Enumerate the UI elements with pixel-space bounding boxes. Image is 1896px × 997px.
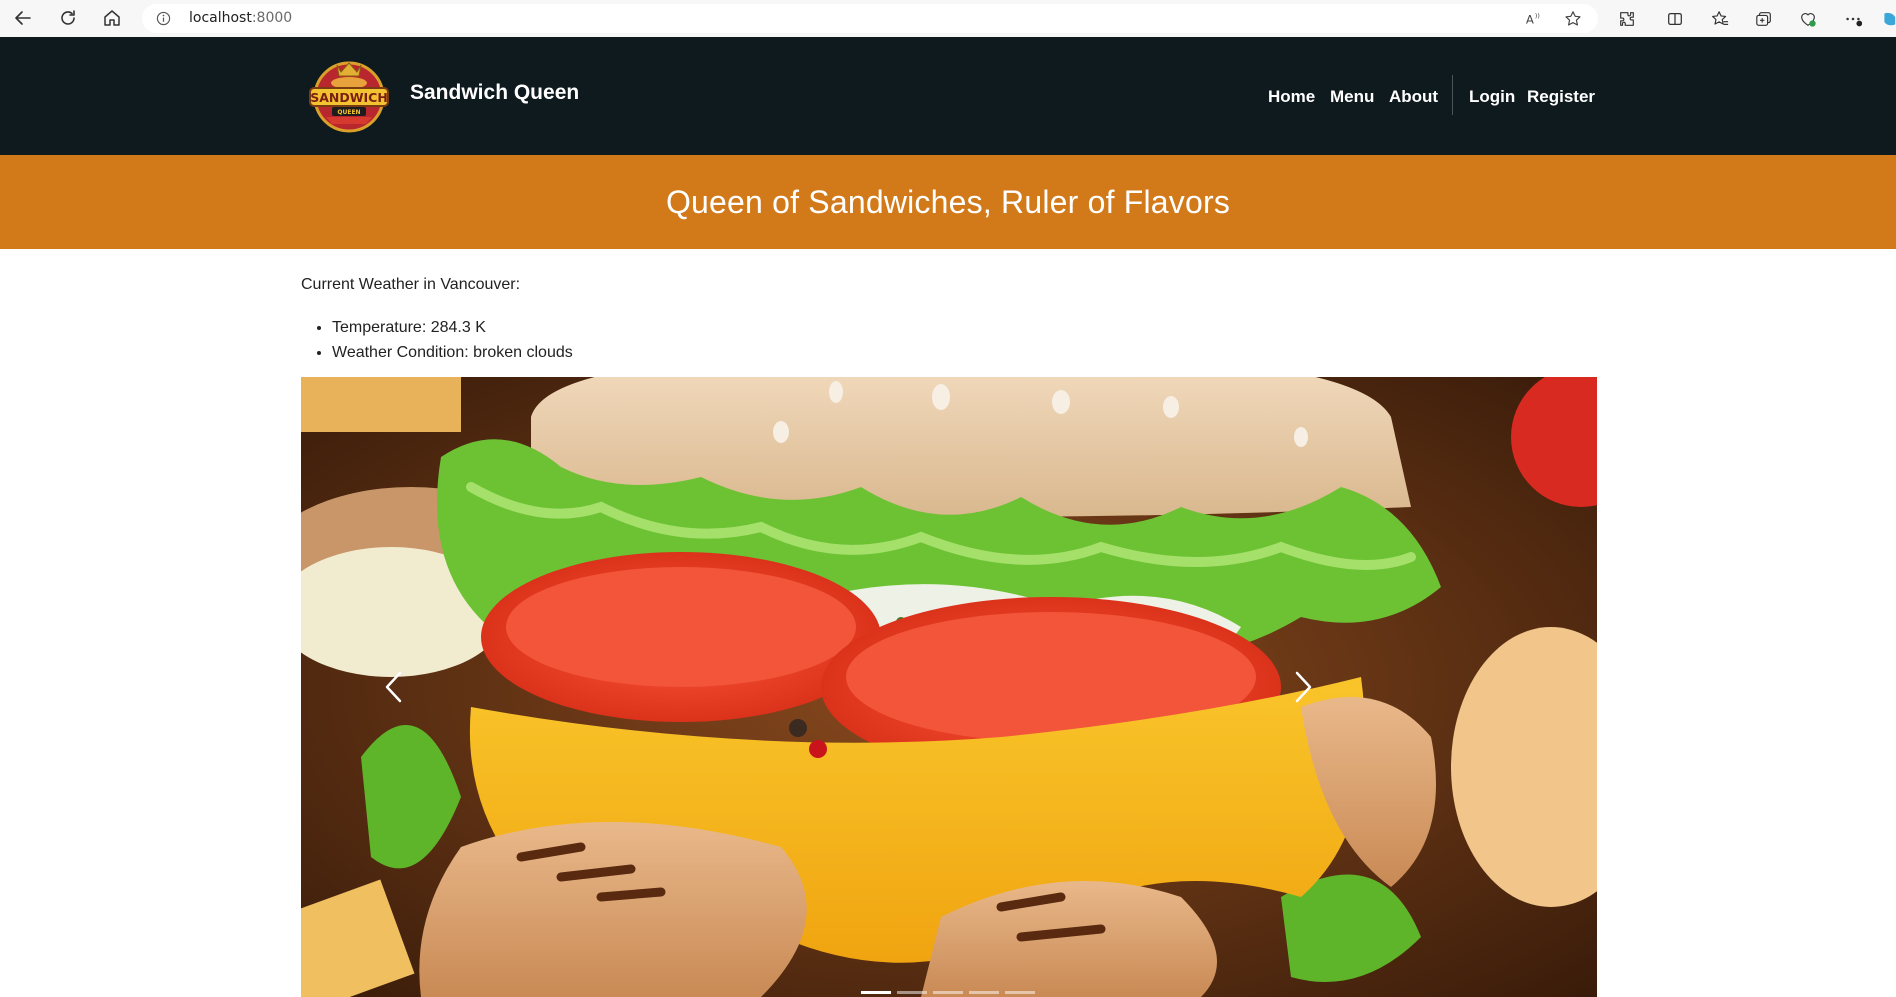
nav-divider xyxy=(1452,75,1453,115)
carousel-next-chevron-icon[interactable] xyxy=(1283,667,1323,707)
info-icon[interactable] xyxy=(156,11,171,26)
favorites-icon[interactable] xyxy=(1709,8,1731,30)
carousel-indicator-1[interactable] xyxy=(861,991,891,994)
address-bar[interactable]: localhost:8000 A)) xyxy=(142,4,1598,33)
nav-register[interactable]: Register xyxy=(1527,87,1595,107)
copilot-icon[interactable] xyxy=(1880,8,1896,30)
carousel-indicator-5[interactable] xyxy=(1005,991,1035,994)
sandwich-image xyxy=(301,377,1597,997)
browser-essentials-icon[interactable] xyxy=(1797,8,1819,30)
browser-toolbar: localhost:8000 A)) xyxy=(0,0,1896,37)
read-aloud-icon[interactable]: A)) xyxy=(1524,9,1544,29)
extensions-icon[interactable] xyxy=(1616,8,1638,30)
weather-condition: Weather Condition: broken clouds xyxy=(332,340,573,365)
carousel-indicator-3[interactable] xyxy=(933,991,963,994)
site-header: SANDWICH QUEEN Sandwich Queen Home Menu … xyxy=(0,37,1896,155)
weather-temperature: Temperature: 284.3 K xyxy=(332,315,573,340)
nav-menu[interactable]: Menu xyxy=(1330,87,1374,107)
brand-name[interactable]: Sandwich Queen xyxy=(410,81,579,105)
weather-heading: Current Weather in Vancouver: xyxy=(301,276,521,293)
url-text: localhost:8000 xyxy=(189,10,292,26)
carousel-indicators xyxy=(861,991,1035,994)
favorite-star-icon[interactable] xyxy=(1563,9,1583,29)
carousel-indicator-4[interactable] xyxy=(969,991,999,994)
more-options-icon[interactable] xyxy=(1842,8,1864,30)
home-icon[interactable] xyxy=(100,6,124,30)
nav-about[interactable]: About xyxy=(1389,87,1438,107)
split-screen-icon[interactable] xyxy=(1664,8,1686,30)
svg-text:A: A xyxy=(1526,13,1534,27)
svg-text:)): )) xyxy=(1535,13,1540,20)
nav-login[interactable]: Login xyxy=(1469,87,1515,107)
weather-list: Temperature: 284.3 K Weather Condition: … xyxy=(332,315,573,365)
sandwich-queen-logo[interactable]: SANDWICH QUEEN xyxy=(304,55,394,133)
carousel-prev-chevron-icon[interactable] xyxy=(374,667,414,707)
url-port: :8000 xyxy=(251,10,293,26)
logo-text-bottom: QUEEN xyxy=(337,109,360,116)
nav-home[interactable]: Home xyxy=(1268,87,1315,107)
image-carousel[interactable] xyxy=(301,377,1597,997)
back-icon[interactable] xyxy=(11,6,35,30)
carousel-indicator-2[interactable] xyxy=(897,991,927,994)
logo-text-top: SANDWICH xyxy=(310,90,388,105)
collections-icon[interactable] xyxy=(1753,8,1775,30)
url-host: localhost xyxy=(189,10,252,26)
hero-title: Queen of Sandwiches, Ruler of Flavors xyxy=(665,183,1231,220)
hero-banner: Queen of Sandwiches, Ruler of Flavors xyxy=(0,155,1896,249)
reload-icon[interactable] xyxy=(56,6,80,30)
